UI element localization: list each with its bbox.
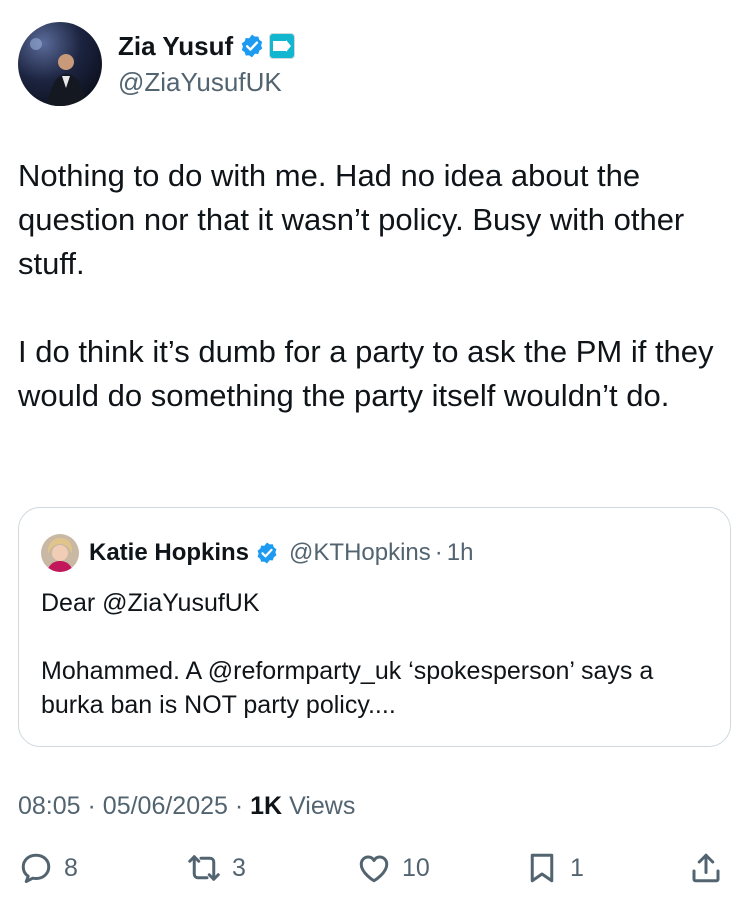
quoted-paragraph: Mohammed. A @reformparty_uk ‘spokesperso… <box>41 657 654 719</box>
tweet-meta: 08:05 · 05/06/2025 · 1K Views <box>18 792 355 821</box>
bookmark-count: 1 <box>570 853 584 882</box>
tweet-date[interactable]: 05/06/2025 <box>103 792 228 820</box>
bookmark-icon <box>530 853 554 883</box>
repost-icon <box>188 855 220 881</box>
quoted-tweet[interactable]: Katie Hopkins @KTHopkins · 1h Dear @ZiaY… <box>18 507 731 747</box>
repost-count: 3 <box>232 853 246 882</box>
quoted-author-avatar <box>41 534 79 572</box>
tweet-text: Nothing to do with me. Had no idea about… <box>18 154 718 462</box>
reform-uk-affiliation-icon[interactable] <box>269 33 296 59</box>
quoted-paragraph: Dear @ZiaYusufUK <box>41 589 260 617</box>
tweet-time[interactable]: 08:05 <box>18 792 81 820</box>
separator-dot: · <box>234 792 244 820</box>
verified-badge-icon <box>241 34 263 58</box>
share-button[interactable] <box>688 850 724 886</box>
tweet-paragraph: I do think it’s dumb for a party to ask … <box>18 334 714 413</box>
like-count: 10 <box>402 853 430 882</box>
views-label[interactable]: Views <box>289 792 355 820</box>
quoted-timestamp: 1h <box>446 539 474 566</box>
reply-button[interactable]: 8 <box>18 850 78 886</box>
author-handle[interactable]: @ZiaYusufUK <box>118 65 295 99</box>
bookmark-button[interactable]: 1 <box>524 850 584 886</box>
author-display-name[interactable]: Zia Yusuf <box>118 29 233 63</box>
separator-dot: · <box>434 539 443 566</box>
reply-icon <box>21 853 51 883</box>
tweet-paragraph: Nothing to do with me. Had no idea about… <box>18 158 685 281</box>
like-button[interactable]: 10 <box>356 850 430 886</box>
quoted-display-name: Katie Hopkins <box>89 539 250 566</box>
quoted-handle: @KTHopkins <box>289 539 431 566</box>
like-icon <box>359 855 389 883</box>
author-avatar[interactable] <box>18 22 102 106</box>
views-count[interactable]: 1K <box>250 792 282 820</box>
share-icon <box>692 853 720 883</box>
quoted-text: Dear @ZiaYusufUK Mohammed. A @reformpart… <box>41 586 701 756</box>
verified-badge-icon <box>257 542 277 564</box>
separator-dot: · <box>87 792 96 820</box>
action-bar: 8 3 10 1 <box>0 850 732 898</box>
reply-count: 8 <box>64 853 78 882</box>
repost-button[interactable]: 3 <box>186 850 246 886</box>
tweet-header: Zia Yusuf @ZiaYusufUK <box>18 22 296 106</box>
